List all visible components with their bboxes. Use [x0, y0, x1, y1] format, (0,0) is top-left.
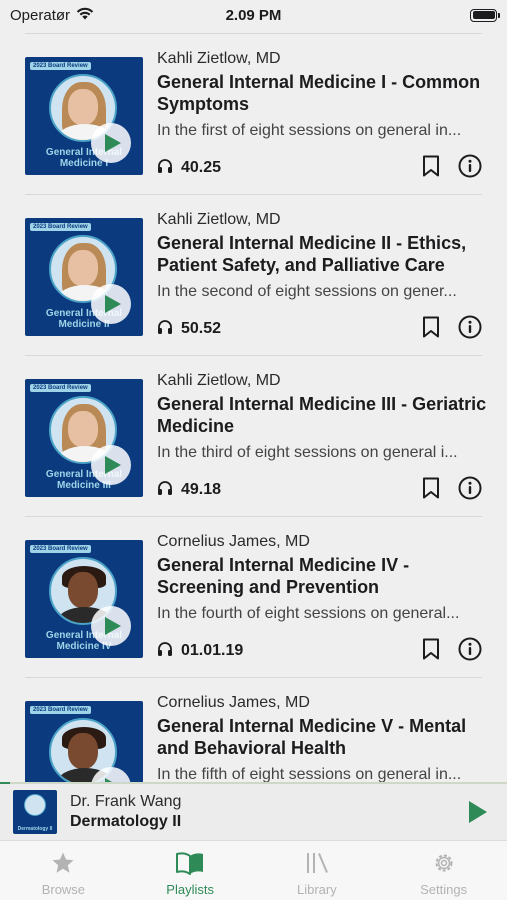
tab-playlists[interactable]: Playlists — [127, 841, 254, 900]
status-bar: Operatør 2.09 PM — [0, 0, 507, 30]
thumbnail-tag: 2023 Board Review — [30, 384, 91, 392]
play-icon[interactable] — [91, 284, 131, 324]
play-button[interactable] — [469, 801, 487, 828]
library-icon — [304, 850, 330, 876]
episode-meta: 01.01.19 — [157, 637, 482, 666]
headphones-icon — [157, 158, 173, 179]
episode-thumbnail[interactable]: 2023 Board Review General Internal Medic… — [25, 218, 143, 336]
now-playing-author: Dr. Frank Wang — [70, 793, 182, 810]
episode-row[interactable]: 2023 Board Review General Internal Medic… — [0, 516, 507, 677]
info-icon[interactable] — [458, 154, 482, 183]
headphones-icon — [157, 480, 173, 501]
thumbnail-tag: 2023 Board Review — [30, 545, 91, 553]
bookmark-icon[interactable] — [422, 155, 440, 182]
tab-bar: Browse Playlists Library Settings — [0, 840, 507, 900]
episode-title[interactable]: General Internal Medicine V - Mental and… — [157, 715, 487, 759]
episode-title[interactable]: General Internal Medicine II - Ethics, P… — [157, 232, 487, 276]
info-icon[interactable] — [458, 637, 482, 666]
play-icon[interactable] — [91, 445, 131, 485]
episode-row[interactable]: 2023 Board Review General Internal Medic… — [0, 355, 507, 516]
episode-thumbnail[interactable]: 2023 Board Review General Internal Medic… — [25, 540, 143, 658]
episode-text: Cornelius James, MD General Internal Med… — [157, 532, 487, 624]
tab-label: Browse — [41, 882, 86, 897]
book-icon — [175, 850, 205, 876]
episode-text: Cornelius James, MD General Internal Med… — [157, 693, 487, 783]
episode-text: Kahli Zietlow, MD General Internal Medic… — [157, 49, 487, 141]
episode-author: Kahli Zietlow, MD — [157, 211, 281, 228]
wifi-icon — [76, 7, 94, 24]
headphones-icon — [157, 641, 173, 662]
tab-label: Settings — [420, 882, 468, 897]
episode-description: In the second of eight sessions on gener… — [157, 283, 457, 300]
bookmark-icon[interactable] — [422, 316, 440, 343]
carrier-label: Operatør — [10, 6, 71, 24]
episode-row[interactable]: 2023 Board Review General Internal Medic… — [0, 33, 507, 194]
episode-duration: 50.52 — [181, 320, 222, 337]
episode-description: In the third of eight sessions on genera… — [157, 444, 458, 461]
episode-meta: 50.52 — [157, 315, 482, 344]
battery-icon — [470, 8, 500, 22]
episode-thumbnail[interactable]: 2023 Board Review General Internal Medic… — [25, 379, 143, 497]
star-icon — [51, 850, 75, 876]
episode-meta: 40.25 — [157, 154, 482, 183]
mini-player[interactable]: Dermatology II Dr. Frank Wang Dermatolog… — [0, 784, 507, 840]
tab-library[interactable]: Library — [254, 841, 381, 900]
bookmark-icon[interactable] — [422, 638, 440, 665]
episode-text: Kahli Zietlow, MD General Internal Medic… — [157, 371, 487, 463]
tab-label: Playlists — [166, 882, 214, 897]
episode-title[interactable]: General Internal Medicine IV - Screening… — [157, 554, 487, 598]
tab-browse[interactable]: Browse — [0, 841, 127, 900]
episode-row[interactable]: 2023 Board Review Cornelius James, MD Ge… — [0, 677, 507, 783]
episode-author: Kahli Zietlow, MD — [157, 50, 281, 67]
bookmark-icon[interactable] — [422, 477, 440, 504]
episode-thumbnail[interactable]: 2023 Board Review General Internal Medic… — [25, 57, 143, 175]
episode-duration: 01.01.19 — [181, 642, 244, 659]
episode-row[interactable]: 2023 Board Review General Internal Medic… — [0, 194, 507, 355]
thumbnail-tag: 2023 Board Review — [30, 62, 91, 70]
episode-list[interactable]: 2023 Board Review General Internal Medic… — [0, 33, 507, 783]
info-icon[interactable] — [458, 315, 482, 344]
episode-author: Cornelius James, MD — [157, 694, 310, 711]
play-icon[interactable] — [91, 123, 131, 163]
status-left: Operatør — [10, 7, 94, 24]
now-playing-text: Dr. Frank Wang Dermatology II — [70, 792, 181, 832]
now-playing-title: Dermatology II — [70, 813, 182, 830]
episode-duration: 40.25 — [181, 159, 222, 176]
episode-author: Kahli Zietlow, MD — [157, 372, 281, 389]
episode-description: In the fifth of eight sessions on genera… — [157, 766, 462, 783]
thumbnail-tag: 2023 Board Review — [30, 706, 91, 714]
tab-settings[interactable]: Settings — [380, 841, 507, 900]
info-icon[interactable] — [458, 476, 482, 505]
episode-author: Cornelius James, MD — [157, 533, 310, 550]
episode-text: Kahli Zietlow, MD General Internal Medic… — [157, 210, 487, 302]
episode-description: In the fourth of eight sessions on gener… — [157, 605, 460, 622]
episode-thumbnail[interactable]: 2023 Board Review — [25, 701, 143, 783]
now-playing-thumbnail: Dermatology II — [13, 790, 57, 834]
play-icon[interactable] — [91, 606, 131, 646]
tab-label: Library — [297, 882, 337, 897]
episode-duration: 49.18 — [181, 481, 222, 498]
episode-description: In the first of eight sessions on genera… — [157, 122, 462, 139]
thumbnail-tag: 2023 Board Review — [30, 223, 91, 231]
episode-title[interactable]: General Internal Medicine I - Common Sym… — [157, 71, 487, 115]
gear-icon — [432, 850, 456, 876]
headphones-icon — [157, 319, 173, 340]
episode-title[interactable]: General Internal Medicine III - Geriatri… — [157, 393, 487, 437]
episode-meta: 49.18 — [157, 476, 482, 505]
